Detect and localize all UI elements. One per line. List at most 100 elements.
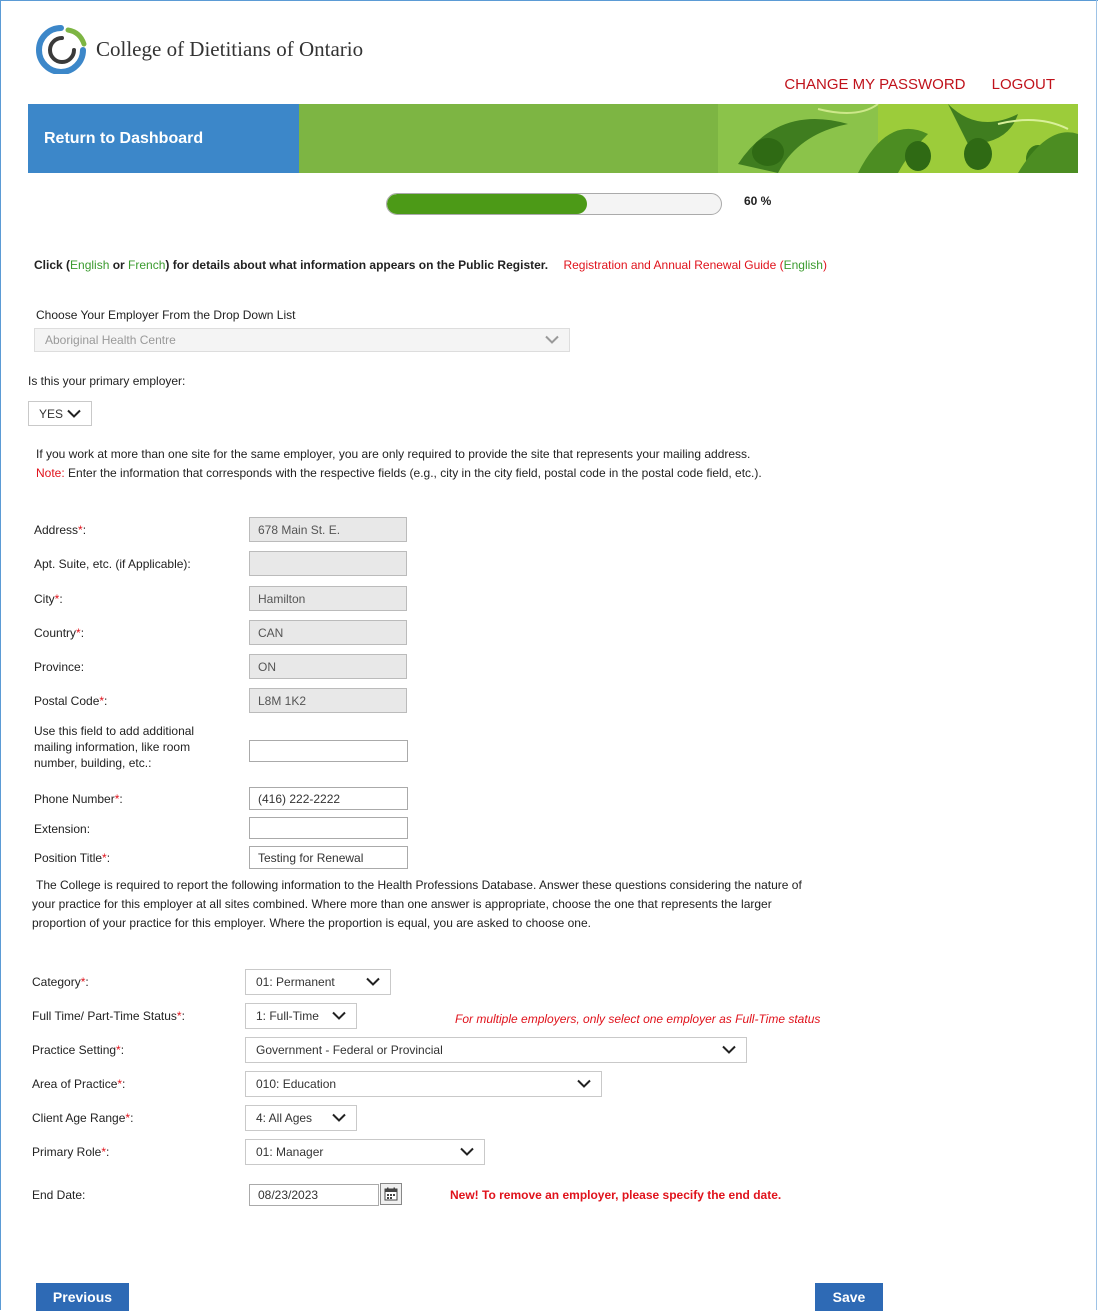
role-label-text: Primary Role <box>32 1145 102 1159</box>
label-colon: : <box>104 694 108 708</box>
end-date-note: New! To remove an employer, please speci… <box>450 1188 782 1202</box>
chevron-down-icon <box>67 409 81 418</box>
return-to-dashboard-button[interactable]: Return to Dashboard <box>28 104 299 173</box>
apt-suite-field[interactable] <box>249 551 407 576</box>
country-field[interactable]: CAN <box>249 620 407 645</box>
primary-employer-select[interactable]: YES <box>28 401 92 426</box>
fulltime-select[interactable]: 1: Full-Time <box>245 1003 357 1029</box>
mailing-label-line: number, building, etc.: <box>34 756 152 770</box>
guide-link[interactable]: Registration and Annual Renewal Guide (E… <box>563 258 827 272</box>
area-of-practice-select[interactable]: 010: Education <box>245 1071 602 1097</box>
address-label: Address*: <box>34 523 86 537</box>
category-select[interactable]: 01: Permanent <box>245 969 391 995</box>
primary-employer-value: YES <box>39 406 64 421</box>
category-label-text: Category <box>32 975 81 989</box>
page-frame-left <box>0 0 1 1310</box>
position-title-field[interactable]: Testing for Renewal <box>249 846 408 869</box>
client-age-label: Client Age Range*: <box>32 1111 133 1125</box>
hpd-line: proportion of your practice for this emp… <box>32 916 591 930</box>
top-nav: CHANGE MY PASSWORD LOGOUT <box>762 76 1055 93</box>
logout-link[interactable]: LOGOUT <box>992 76 1055 93</box>
chevron-down-icon <box>332 1011 346 1020</box>
page-frame-right <box>1096 0 1097 1310</box>
label-colon: : <box>122 1077 126 1091</box>
province-field[interactable]: ON <box>249 654 407 679</box>
label-colon: : <box>130 1111 134 1125</box>
label-colon: : <box>85 975 89 989</box>
previous-button[interactable]: Previous <box>36 1283 129 1311</box>
label-colon: : <box>181 1009 185 1023</box>
calendar-icon <box>384 1187 398 1201</box>
position-title-label: Position Title*: <box>34 851 110 865</box>
calendar-button[interactable] <box>380 1183 402 1205</box>
postal-code-field[interactable]: L8M 1K2 <box>249 688 407 713</box>
area-of-practice-value: 010: Education <box>256 1077 337 1091</box>
end-date-field[interactable]: 08/23/2023 <box>249 1184 379 1206</box>
category-value: 01: Permanent <box>256 975 335 989</box>
extension-field[interactable] <box>249 817 408 839</box>
mailing-info-label: Use this field to add additional mailing… <box>34 723 194 771</box>
mailing-info-field[interactable] <box>249 740 408 762</box>
practice-setting-value: Government - Federal or Provincial <box>256 1043 443 1057</box>
change-password-link[interactable]: CHANGE MY PASSWORD <box>784 76 965 93</box>
postal-code-label: Postal Code*: <box>34 694 107 708</box>
guide-english-link[interactable]: English <box>784 258 823 272</box>
note-line: Note: Enter the information that corresp… <box>36 464 762 483</box>
fulltime-label-text: Full Time/ Part-Time Status <box>32 1009 177 1023</box>
fulltime-value: 1: Full-Time <box>256 1009 319 1023</box>
chevron-down-icon <box>577 1079 591 1088</box>
label-colon: : <box>120 1043 125 1057</box>
progress-bar <box>386 193 722 215</box>
primary-role-value: 01: Manager <box>256 1145 324 1159</box>
register-prefix: Click ( <box>34 258 71 272</box>
label-colon: : <box>106 1145 110 1159</box>
practice-setting-select[interactable]: Government - Federal or Provincial <box>245 1037 747 1063</box>
end-date-label: End Date: <box>32 1188 86 1202</box>
chevron-down-icon <box>332 1113 346 1122</box>
hpd-line: your practice for this employer at all s… <box>32 897 772 911</box>
address-field[interactable]: 678 Main St. E. <box>249 517 407 542</box>
header-banner: Return to Dashboard <box>28 104 1078 173</box>
label-colon: : <box>82 523 87 537</box>
extension-label: Extension: <box>34 822 91 836</box>
area-of-practice-label: Area of Practice*: <box>32 1077 125 1091</box>
phone-label-text: Phone Number <box>34 792 115 806</box>
public-register-info: Click (English or French) for details ab… <box>34 258 827 272</box>
chevron-down-icon <box>366 977 380 986</box>
note-prefix: Note: <box>36 466 65 480</box>
practice-setting-label: Practice Setting*: <box>32 1043 124 1057</box>
note-text: Enter the information that corresponds w… <box>64 466 762 480</box>
primary-role-select[interactable]: 01: Manager <box>245 1139 485 1165</box>
address-label-text: Address <box>34 523 79 537</box>
position-label-text: Position Title <box>34 851 103 865</box>
dashboard-label: Return to Dashboard <box>44 129 204 147</box>
page-frame-top <box>0 0 1098 1</box>
hpd-line: The College is required to report the fo… <box>36 878 802 892</box>
mailing-label-line: mailing information, like room <box>34 740 191 754</box>
postal-code-label-text: Postal Code <box>34 694 100 708</box>
fulltime-label: Full Time/ Part-Time Status*: <box>32 1009 185 1023</box>
site-info-line: If you work at more than one site for th… <box>36 447 751 461</box>
employer-label: Choose Your Employer From the Drop Down … <box>36 308 296 322</box>
progress-bar-fill <box>387 194 588 214</box>
city-label: City*: <box>34 592 63 606</box>
city-field[interactable]: Hamilton <box>249 586 407 611</box>
chevron-down-icon <box>460 1147 474 1156</box>
register-french-link[interactable]: French <box>128 258 165 272</box>
area-label-text: Area of Practice <box>32 1077 118 1091</box>
leaves-decoration <box>718 104 1078 173</box>
client-age-select[interactable]: 4: All Ages <box>245 1105 357 1131</box>
register-english-link[interactable]: English <box>70 258 109 272</box>
save-button[interactable]: Save <box>815 1283 883 1311</box>
city-label-text: City <box>34 592 55 606</box>
employer-select[interactable]: Aboriginal Health Centre <box>34 328 570 352</box>
register-or: or <box>109 258 129 272</box>
chevron-down-icon <box>722 1045 736 1054</box>
mailing-label-line: Use this field to add additional <box>34 724 195 738</box>
phone-field[interactable]: (416) 222-2222 <box>249 787 408 810</box>
primary-employer-label: Is this your primary employer: <box>28 374 186 388</box>
site-info-text: If you work at more than one site for th… <box>36 445 762 483</box>
guide-close: ) <box>822 258 827 272</box>
country-label: Country*: <box>34 626 84 640</box>
progress-percent: 60 % <box>744 194 772 208</box>
